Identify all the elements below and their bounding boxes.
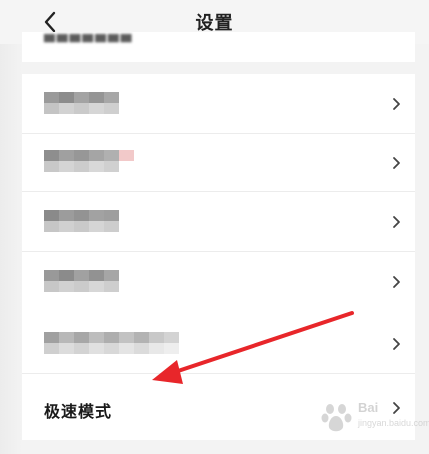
obscured-text: ▀▀▀▀▀▀▀ <box>44 35 134 51</box>
obscured-label <box>44 150 134 172</box>
obscured-label <box>44 92 119 114</box>
obscured-label <box>44 270 119 292</box>
obscured-label <box>44 210 119 232</box>
paw-logo-icon <box>321 404 352 432</box>
obscured-label <box>44 332 179 354</box>
settings-item-2[interactable] <box>22 134 415 192</box>
speed-mode-label: 极速模式 <box>44 402 113 421</box>
settings-item-4[interactable] <box>22 252 415 312</box>
baidu-watermark: Bai jingyan.baidu.com <box>318 396 429 440</box>
watermark-brand: Bai <box>358 400 379 415</box>
settings-item-1[interactable] <box>22 74 415 134</box>
chevron-right-icon <box>393 98 400 110</box>
chevron-right-icon <box>393 157 400 169</box>
chevron-right-icon <box>393 338 400 350</box>
settings-list <box>22 74 415 312</box>
settings-item-3[interactable] <box>22 192 415 252</box>
watermark-url: jingyan.baidu.com <box>358 418 429 428</box>
chevron-right-icon <box>393 276 400 288</box>
cut-off-settings-row: ▀▀▀▀▀▀▀ <box>22 32 415 62</box>
chevron-right-icon <box>393 216 400 228</box>
left-edge-shadow <box>0 44 22 454</box>
settings-item-5[interactable] <box>22 312 415 374</box>
